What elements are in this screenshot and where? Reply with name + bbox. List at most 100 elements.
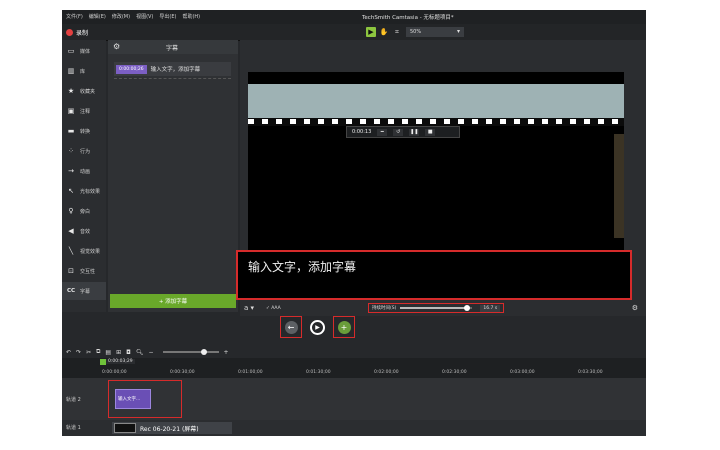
caption-list-item[interactable]: 0:00:00;26 输入文字，添加字幕 [114, 62, 231, 76]
stop-icon[interactable]: ■ [425, 128, 436, 136]
ruler-tick: 0:03:00;00 [510, 370, 535, 375]
sidebar-item-label: 媒体 [80, 48, 91, 55]
previous-caption-button[interactable]: ← [280, 316, 302, 338]
duration-slider-knob[interactable] [463, 305, 470, 311]
duration-slider[interactable] [400, 305, 473, 311]
menu-help[interactable]: 帮助(H) [182, 13, 200, 20]
sidebar-item-transitions[interactable]: ▬ 转换 [62, 122, 106, 140]
sidebar-item-animations[interactable]: → 动画 [62, 162, 106, 180]
caption-clip[interactable]: 输入文字... [115, 389, 151, 409]
sidebar-item-audio-effects[interactable]: ◀ 音效 [62, 222, 106, 240]
captions-panel-header: ⚙ 字幕 [108, 40, 238, 54]
record-icon [66, 29, 73, 36]
media-clip[interactable]: Rec 06-20-21 (屏幕) [112, 422, 232, 434]
interactivity-icon: ⊡ [68, 267, 74, 275]
select-tool-icon[interactable]: ▶ [366, 27, 376, 37]
sidebar-item-label: 收藏夹 [80, 88, 96, 95]
media-clip-label: Rec 06-20-21 (屏幕) [140, 425, 199, 433]
arrow-left-icon: ← [284, 320, 298, 334]
recording-controls: 0:00:13 ━ ↺ ❚❚ ■ [346, 126, 460, 138]
add-caption-next-button[interactable]: + [333, 316, 355, 338]
video-side-image [614, 134, 624, 238]
captions-panel: ⚙ 字幕 0:00:00;26 输入文字，添加字幕 [108, 40, 238, 312]
transition-icon: ▬ [67, 127, 75, 135]
sidebar-item-captions[interactable]: CC 字幕 [62, 282, 106, 300]
zoom-out-icon[interactable]: 🔍︎ [136, 349, 144, 356]
playhead-time: 0:00:03;29 [106, 359, 135, 364]
cut-icon[interactable]: ✂ [86, 349, 91, 356]
sidebar-item-media[interactable]: ▭ 媒体 [62, 42, 106, 60]
caption-style-label[interactable]: ✓ AAA [266, 306, 281, 311]
add-caption-button[interactable]: + 添加字幕 [110, 294, 236, 308]
timeline-ruler[interactable]: 0:00:03;29 0:00:00;00 0:00:30;00 0:01:00… [62, 358, 646, 378]
menu-view[interactable]: 视图(V) [136, 13, 153, 20]
undo-icon[interactable]: ↶ [66, 349, 71, 356]
zoom-select[interactable]: 50% ▾ [406, 27, 464, 37]
menu-export[interactable]: 导出(E) [159, 13, 176, 20]
sidebar-item-voice-narration[interactable]: ♀ 旁白 [62, 202, 106, 220]
sidebar-item-library[interactable]: ▥ 库 [62, 62, 106, 80]
sidebar-item-label: 旁白 [80, 208, 91, 215]
annotation-icon: ▣ [67, 107, 75, 115]
sidebar-item-label: 动画 [80, 168, 91, 175]
sidebar-item-visual-effects[interactable]: ╲ 视觉效果 [62, 242, 106, 260]
undo-icon[interactable]: ↺ [393, 128, 404, 136]
track-1: 轨道 1 Rec 06-20-21 (屏幕) [62, 420, 646, 436]
ruler-tick: 0:01:30;00 [306, 370, 331, 375]
menu-edit[interactable]: 编辑(E) [89, 13, 106, 20]
sidebar-item-annotations[interactable]: ▣ 注释 [62, 102, 106, 120]
media-icon: ▭ [67, 47, 75, 55]
timeline-zoom-slider[interactable] [162, 349, 219, 355]
library-icon: ▥ [67, 67, 75, 75]
video-frame-sky [248, 84, 624, 118]
font-icon[interactable]: a ▾ [244, 304, 254, 312]
sidebar-item-label: 行为 [80, 148, 91, 155]
star-icon: ★ [67, 87, 75, 95]
caption-overlay-text[interactable]: 输入文字，添加字幕 [248, 258, 356, 275]
sidebar-item-favorites[interactable]: ★ 收藏夹 [62, 82, 106, 100]
ruler-tick: 0:03:30;00 [578, 370, 603, 375]
crop-tool-icon[interactable]: ⌗ [392, 27, 402, 37]
film-strip [248, 118, 624, 126]
caption-timestamp: 0:00:00;26 [116, 64, 147, 74]
sidebar: ▭ 媒体 ▥ 库 ★ 收藏夹 ▣ 注释 ▬ 转换 ⁘ 行为 → 动画 ↖ 光标效果 ♀ 旁白 ◀ 音… [62, 40, 106, 312]
audio-icon: ◀ [68, 227, 74, 235]
zoom-value: 50% [410, 29, 422, 35]
paste-icon[interactable]: ▤ [105, 349, 111, 356]
menu-file[interactable]: 文件(F) [66, 13, 83, 20]
clip-thumbnail [114, 423, 136, 433]
snapshot-icon[interactable]: ◘ [126, 349, 131, 356]
split-icon[interactable]: ⊞ [116, 349, 121, 356]
playback-time: 0:00:13 [352, 129, 372, 135]
zoom-plus-icon[interactable]: + [224, 349, 229, 356]
sidebar-item-cursor-effects[interactable]: ↖ 光标效果 [62, 182, 106, 200]
redo-icon[interactable]: ↷ [76, 349, 81, 356]
zoom-minus-icon[interactable]: − [148, 349, 153, 356]
gear-icon[interactable]: ⚙ [113, 42, 120, 51]
sidebar-item-interactivity[interactable]: ⊡ 交互性 [62, 262, 106, 280]
sidebar-item-behaviors[interactable]: ⁘ 行为 [62, 142, 106, 160]
duration-value[interactable]: 16.7 s [480, 304, 501, 312]
sidebar-item-label: 视觉效果 [80, 248, 101, 255]
caption-settings-icon[interactable]: ⚙ [632, 304, 638, 312]
menu-modify[interactable]: 修改(M) [112, 13, 130, 20]
timeline-zoom-knob[interactable] [200, 349, 207, 355]
cursor-icon: ↖ [68, 187, 74, 195]
mic-icon: ♀ [68, 207, 74, 215]
video-preview[interactable]: 0:00:13 ━ ↺ ❚❚ ■ 输入文字，添加字幕 [236, 72, 632, 300]
minus-icon[interactable]: ━ [377, 128, 388, 136]
plus-icon: + [337, 320, 351, 334]
menu-list: 文件(F) 编辑(E) 修改(M) 视图(V) 导出(E) 帮助(H) [66, 13, 200, 20]
duration-control: 持续时间(S) 16.7 s [368, 303, 504, 313]
caption-overlay-box[interactable]: 输入文字，添加字幕 [236, 250, 632, 300]
copy-icon[interactable]: ⧉ [96, 348, 100, 356]
sync-captions-icon[interactable]: ▶ [310, 319, 325, 335]
ruler-tick: 0:00:30;00 [170, 370, 195, 375]
caption-navigation: ← ▶ + [280, 316, 355, 338]
sidebar-item-label: 库 [80, 68, 86, 75]
pause-icon[interactable]: ❚❚ [409, 128, 420, 136]
record-button[interactable]: 录制 [66, 28, 88, 37]
pan-tool-icon[interactable]: ✋ [379, 27, 389, 37]
toolbar: 录制 ▶ ✋ ⌗ 50% ▾ [62, 24, 646, 41]
cc-icon: CC [67, 288, 76, 294]
